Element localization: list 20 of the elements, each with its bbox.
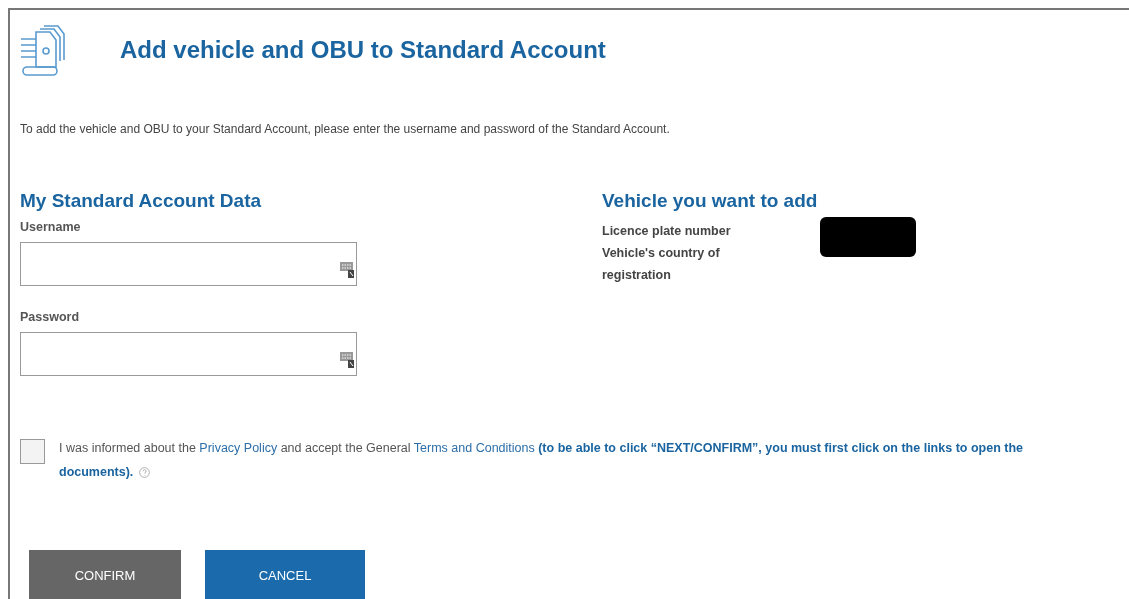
- page-title: Add vehicle and OBU to Standard Account: [120, 36, 606, 64]
- field-label: Username: [20, 220, 82, 234]
- truck-icon: [20, 23, 66, 77]
- input-field[interactable]: [20, 242, 357, 286]
- info-label: Vehicle's country of registration: [602, 245, 721, 284]
- section-heading: Vehicle you want to add: [602, 190, 819, 212]
- intro-text: To add the vehicle and OBU to your Standard Account, please enter the username and password of the Standard Account.: [20, 122, 671, 136]
- document-link[interactable]: Privacy Policy: [199, 441, 278, 455]
- keyboard-icon[interactable]: [340, 262, 356, 279]
- checkbox[interactable]: [20, 439, 45, 464]
- consent-text: I was informed about the Privacy Policy and accept the General Terms and Conditions (to be able to click “NEXT/CONFIRM”, you must first click on the links to open the documents).: [59, 440, 1024, 481]
- document-link[interactable]: Terms and Conditions: [413, 441, 535, 455]
- cancel-button[interactable]: CANCEL: [205, 550, 365, 599]
- field-label: Password: [20, 310, 81, 324]
- confirm-button[interactable]: CONFIRM: [29, 550, 181, 599]
- keyboard-icon[interactable]: [340, 352, 356, 369]
- info-label: Licence plate number: [602, 223, 732, 240]
- input-field[interactable]: [20, 332, 357, 376]
- section-heading: My Standard Account Data: [20, 190, 263, 212]
- help-icon[interactable]: [139, 467, 151, 479]
